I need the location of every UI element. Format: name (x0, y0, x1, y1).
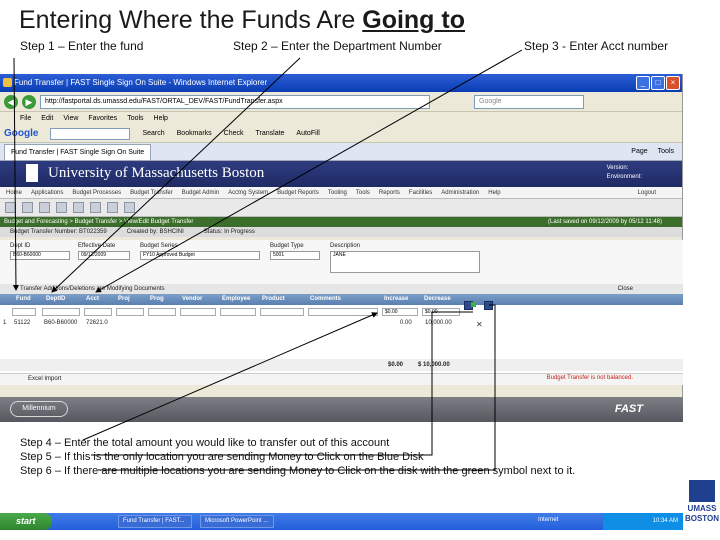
maximize-icon[interactable]: □ (651, 76, 665, 90)
slide-title: Entering Where the Funds Are Going to (19, 6, 465, 35)
address-input[interactable]: http://fastportal.ds.umassd.edu/FAST/ORT… (40, 94, 430, 109)
address-bar-row: ◀ ▶ http://fastportal.ds.umassd.edu/FAST… (0, 92, 682, 112)
slide-title-prefix: Entering Where the Funds Are (19, 6, 363, 34)
app-menu-reports[interactable]: Reports (379, 187, 400, 198)
google-search-input[interactable] (50, 127, 131, 140)
environment-label: Environment: (606, 174, 642, 180)
step3-label: Step 3 - Enter Acct number (524, 39, 669, 53)
logout-link[interactable]: Logout (638, 187, 682, 198)
save-icon[interactable] (39, 202, 50, 213)
google-logo: Google (4, 128, 39, 139)
toolbar-autofill-button[interactable]: AutoFill (296, 130, 319, 137)
step5-text: Step 5 – If this is the only location yo… (20, 451, 424, 463)
slide-title-emphasis: Going to (362, 6, 465, 34)
print-icon[interactable] (56, 202, 67, 213)
transfer-number-value: BT022359 (79, 229, 107, 235)
app-menu-home[interactable]: Home (6, 187, 22, 198)
app-menu-tools[interactable]: Tools (356, 187, 370, 198)
google-toolbar: Google Search Bookmarks Check Translate … (0, 125, 682, 143)
app-header: University of Massachusetts Boston Versi… (0, 161, 682, 187)
app-menu-budget-admin[interactable]: Budget Admin (182, 187, 219, 198)
forward-icon[interactable]: ▶ (22, 94, 36, 109)
logo-text-boston: BOSTON (684, 514, 720, 523)
toolbar-check-button[interactable]: Check (224, 130, 244, 137)
created-by-field: Created by: BSHCINI (126, 229, 184, 235)
status-field: Status: In Progress (203, 229, 255, 235)
breadcrumb: Budget and Forecasting > Budget Transfer… (0, 217, 682, 227)
step6-text: Step 6 – If there are multiple locations… (20, 465, 576, 477)
new-icon[interactable] (5, 202, 16, 213)
version-label: Version: (606, 165, 629, 171)
step-instructions: Step 4 – Enter the total amount you woul… (20, 436, 575, 478)
menu-edit[interactable]: Edit (41, 112, 53, 125)
toolbar-translate-button[interactable]: Translate (256, 130, 285, 137)
menu-tools[interactable]: Tools (127, 112, 143, 125)
umass-logo-icon (26, 164, 38, 182)
search-input[interactable]: Google (474, 94, 584, 109)
help-icon[interactable] (124, 202, 135, 213)
menu-favorites[interactable]: Favorites (88, 112, 117, 125)
minimize-icon[interactable]: _ (636, 76, 650, 90)
last-saved-text: (Last saved on 09/12/2009 by 05/12 11:48… (548, 219, 662, 225)
menu-file[interactable]: File (20, 112, 31, 125)
app-menu-help[interactable]: Help (488, 187, 500, 198)
app-menu-administration[interactable]: Administration (441, 187, 479, 198)
status-value: In Progress (224, 229, 255, 235)
app-menu-applications[interactable]: Applications (31, 187, 63, 198)
app-menu-budget-transfer[interactable]: Budget Transfer (130, 187, 173, 198)
app-menu-budget-reports[interactable]: Budget Reports (277, 187, 319, 198)
umass-boston-logo: UMASS BOSTON (684, 478, 720, 526)
export-icon[interactable] (107, 202, 118, 213)
tools-menu-button[interactable]: Tools (658, 148, 674, 155)
window-controls: _ □ × (636, 76, 680, 90)
logo-text-umass: UMASS (687, 504, 717, 513)
university-name: University of Massachusetts Boston (48, 165, 265, 181)
transfer-number-field: Budget Transfer Number: BT022359 (10, 229, 107, 235)
created-by-value: BSHCINI (159, 229, 184, 235)
app-menu-facilities[interactable]: Facilities (409, 187, 432, 198)
refresh-icon[interactable] (90, 202, 101, 213)
menu-view[interactable]: View (63, 112, 78, 125)
toolbar-search-button[interactable]: Search (142, 130, 164, 137)
tab-command-bar: Page Tools (631, 148, 682, 155)
step1-label: Step 1 – Enter the fund (20, 39, 144, 53)
find-icon[interactable] (73, 202, 84, 213)
browser-window-title: Fund Transfer | FAST Single Sign On Suit… (14, 78, 268, 87)
ie-icon (3, 78, 12, 87)
browser-tab-fund-transfer[interactable]: Fund Transfer | FAST Single Sign On Suit… (4, 143, 152, 160)
app-menu-tooling[interactable]: Tooling (328, 187, 347, 198)
step2-label: Step 2 – Enter the Department Number (233, 39, 442, 53)
version-info: Version: Environment: (607, 164, 642, 182)
browser-tab-strip: Fund Transfer | FAST Single Sign On Suit… (0, 143, 682, 161)
step4-text: Step 4 – Enter the total amount you woul… (20, 437, 390, 449)
back-icon[interactable]: ◀ (4, 94, 18, 109)
app-toolbar (0, 199, 682, 217)
transfer-info-bar: Budget Transfer Number: BT022359 Created… (0, 227, 682, 237)
toolbar-bookmarks-button[interactable]: Bookmarks (177, 130, 212, 137)
app-menu-acctng-system[interactable]: Acctng System (228, 187, 268, 198)
umass-mark-icon (689, 480, 715, 502)
app-menu-bar: Home Applications Budget Processes Budge… (0, 187, 682, 199)
browser-title-bar: Fund Transfer | FAST Single Sign On Suit… (0, 74, 682, 92)
close-icon[interactable]: × (666, 76, 680, 90)
browser-menu-bar: File Edit View Favorites Tools Help (0, 112, 682, 125)
breadcrumb-path[interactable]: Budget and Forecasting > Budget Transfer… (4, 219, 193, 225)
app-menu-budget-processes[interactable]: Budget Processes (72, 187, 121, 198)
page-menu-button[interactable]: Page (631, 148, 647, 155)
open-icon[interactable] (22, 202, 33, 213)
menu-help[interactable]: Help (154, 112, 168, 125)
